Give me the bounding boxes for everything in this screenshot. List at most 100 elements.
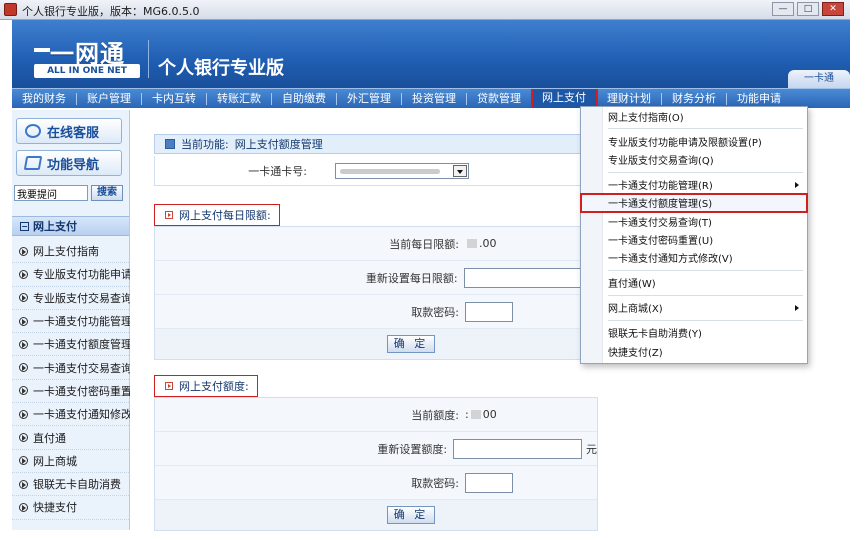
current-daily-limit-row: 当前每日限额: .00 [155, 227, 597, 261]
menu-separator [608, 319, 803, 321]
service-icon [25, 124, 41, 138]
search-button[interactable]: 搜索 [91, 185, 123, 201]
card-number-select[interactable] [335, 162, 469, 179]
nav-item-9[interactable]: 理财计划 [597, 92, 662, 105]
nav-item-0[interactable]: 我的财务 [12, 92, 77, 105]
sidebar-item-label: 专业版支付交易查询 [33, 291, 132, 305]
quota-confirm-button[interactable]: 确 定 [387, 506, 435, 524]
quota-password-label: 取款密码: [411, 476, 459, 490]
menu-item[interactable]: 一卡通支付功能管理(R) [581, 176, 807, 194]
function-nav-button[interactable]: 功能导航 [16, 150, 122, 176]
app-header: 一网通 ALL IN ONE NET 个人银行专业版 一卡通 [12, 20, 850, 88]
sidebar-item[interactable]: 一卡通支付密码重置 [12, 380, 132, 404]
play-circle-icon [19, 269, 28, 279]
menu-item[interactable]: 专业版支付功能申请及限额设置(P) [581, 132, 807, 150]
menu-item[interactable]: 一卡通支付密码重置(U) [581, 230, 807, 248]
nav-item-4[interactable]: 自助缴费 [272, 92, 337, 105]
sidebar-section-title: 网上支付 [33, 220, 77, 233]
menu-separator [608, 128, 803, 130]
reset-quota-label: 重新设置额度: [377, 442, 448, 456]
menu-item-label: 一卡通支付通知方式修改(V) [608, 253, 733, 265]
quota-password-input[interactable] [465, 472, 513, 493]
menu-item[interactable]: 一卡通支付通知方式修改(V) [581, 248, 807, 266]
reset-daily-limit-row: 重新设置每日限额: [155, 261, 597, 295]
sidebar-item[interactable]: 一卡通支付交易查询 [12, 356, 132, 380]
daily-password-row: 取款密码: [155, 295, 597, 329]
chevron-down-icon[interactable] [453, 164, 467, 177]
play-circle-icon [19, 433, 28, 443]
play-circle-icon [19, 293, 28, 303]
menu-item[interactable]: 网上支付指南(O) [581, 107, 807, 125]
play-circle-icon [19, 246, 28, 256]
breadcrumb-value: 网上支付额度管理 [234, 138, 323, 151]
menu-separator [608, 171, 803, 173]
nav-item-2[interactable]: 卡内互转 [142, 92, 207, 105]
sidebar-item[interactable]: 专业版支付交易查询 [12, 287, 132, 310]
question-input[interactable] [14, 185, 88, 201]
nav-item-6[interactable]: 投资管理 [402, 92, 467, 105]
daily-confirm-button[interactable]: 确 定 [387, 335, 435, 353]
sidebar-item[interactable]: 直付通 [12, 426, 129, 450]
menu-item-label: 一卡通支付交易查询(T) [608, 217, 712, 229]
menu-item[interactable]: 银联无卡自助消费(Y) [581, 324, 807, 342]
main-nav: 我的财务 账户管理 卡内互转 转账汇款 自助缴费 外汇管理 投资管理 贷款管理 网上支付 理财计划… [12, 88, 850, 108]
reset-quota-input[interactable] [453, 438, 582, 459]
breadcrumb-icon [165, 139, 175, 149]
sidebar-item-label: 银联无卡自助消费 [33, 478, 121, 492]
nav-item-11[interactable]: 功能申请 [727, 92, 791, 105]
nav-item-5[interactable]: 外汇管理 [337, 92, 402, 105]
play-circle-icon [19, 386, 28, 396]
menu-item[interactable]: 直付通(W) [581, 274, 807, 292]
logo-en: ALL IN ONE NET [34, 64, 140, 78]
nav-item-10[interactable]: 财务分析 [662, 92, 727, 105]
menu-item[interactable]: 快捷支付(Z) [581, 342, 807, 360]
play-circle-icon [19, 456, 28, 466]
menu-item[interactable]: 一卡通支付额度管理(S) [580, 192, 808, 213]
sidebar-item-label: 一卡通支付交易查询 [33, 361, 132, 375]
online-service-label: 在线客服 [47, 125, 100, 141]
sidebar-item-label: 一卡通支付功能管理 [33, 315, 132, 329]
sidebar-item[interactable]: 一卡通支付通知修改 [12, 403, 132, 427]
menu-item-label: 专业版支付交易查询(Q) [608, 155, 714, 167]
chevron-right-icon [795, 304, 799, 311]
sidebar-item[interactable]: 专业版支付功能申请 [12, 263, 132, 287]
reset-quota-row: 重新设置额度: 元 [155, 432, 597, 466]
minimize-button[interactable]: — [772, 2, 794, 16]
menu-item[interactable]: 一卡通支付交易查询(T) [581, 212, 807, 230]
daily-password-input[interactable] [465, 301, 513, 322]
current-daily-limit-amount: .00 [479, 237, 497, 250]
sidebar-item[interactable]: 快捷支付 [12, 496, 129, 520]
quota-button-row: 确 定 [155, 500, 597, 530]
shortcut-tab[interactable]: 一卡通 [788, 70, 850, 88]
maximize-button[interactable]: □ [797, 2, 819, 16]
menu-item[interactable]: 专业版支付交易查询(Q) [581, 150, 807, 168]
breadcrumb-label: 当前功能: [181, 138, 229, 151]
reset-daily-limit-input[interactable] [463, 267, 597, 288]
menu-separator [608, 269, 803, 271]
sidebar-item-label: 直付通 [33, 431, 66, 445]
close-button[interactable]: ✕ [822, 2, 844, 16]
current-daily-limit-value: .00 [465, 237, 497, 250]
sidebar-section-header[interactable]: − 网上支付 [12, 216, 129, 236]
nav-item-1[interactable]: 账户管理 [77, 92, 142, 105]
sidebar-item[interactable]: 网上商城 [12, 450, 129, 473]
sidebar-item[interactable]: 网上支付指南 [12, 240, 129, 264]
daily-limit-form: 当前每日限额: .00 重新设置每日限额: 取款密码: 确 定 [154, 226, 598, 360]
book-icon [23, 156, 43, 170]
menu-item[interactable]: 网上商城(X) [581, 299, 807, 317]
header-divider [148, 40, 149, 78]
section-marker-icon [165, 382, 173, 390]
window-title: 个人银行专业版，版本：MG6.0.5.0 [22, 5, 200, 18]
reset-daily-limit-label: 重新设置每日限额: [365, 271, 458, 285]
daily-button-row: 确 定 [155, 329, 597, 359]
sidebar: 在线客服 功能导航 搜索 − 网上支付 网上支付指南专业版支付功能申请专业版支付… [12, 110, 132, 530]
online-service-button[interactable]: 在线客服 [16, 118, 122, 144]
nav-item-7[interactable]: 贷款管理 [467, 92, 532, 105]
sidebar-list: 网上支付指南 专业版支付功能申请专业版支付交易查询 一卡通支付功能管理一卡通支付额度… [12, 240, 132, 520]
sidebar-item-label: 快捷支付 [33, 501, 77, 515]
quota-password-row: 取款密码: [155, 466, 597, 500]
sidebar-item[interactable]: 银联无卡自助消费 [12, 473, 129, 497]
sidebar-item[interactable]: 一卡通支付功能管理 [12, 310, 132, 334]
nav-item-3[interactable]: 转账汇款 [207, 92, 272, 105]
sidebar-item[interactable]: 一卡通支付额度管理 [12, 333, 132, 357]
